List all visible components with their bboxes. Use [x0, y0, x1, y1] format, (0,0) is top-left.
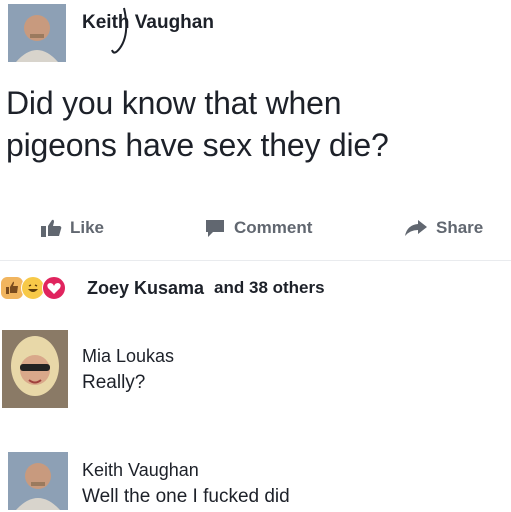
- share-arrow-icon: [405, 220, 427, 236]
- share-label: Share: [436, 218, 484, 237]
- thumbs-up-icon: [41, 219, 62, 237]
- comment-author[interactable]: Keith Vaughan: [82, 460, 199, 481]
- heart-icon: [42, 276, 66, 300]
- reaction-others[interactable]: and 38 others: [214, 278, 325, 298]
- post-text-line-2: pigeons have sex they die?: [6, 127, 389, 163]
- reaction-name[interactable]: Zoey Kusama: [87, 278, 204, 299]
- reactions-summary[interactable]: Zoey Kusama and 38 others: [0, 276, 325, 300]
- comment-label: Comment: [234, 218, 313, 237]
- comment-author[interactable]: Mia Loukas: [82, 346, 174, 367]
- post-text-line-1: Did you know that when: [6, 85, 342, 121]
- post-text: Did you know that when pigeons have sex …: [6, 82, 389, 166]
- comment-text: Really?: [82, 372, 146, 393]
- divider: [0, 260, 511, 261]
- scribble-mark: [111, 7, 128, 54]
- comment-icon: [206, 220, 224, 237]
- comment-text: Well the one I fucked did: [82, 486, 290, 507]
- post-author-name[interactable]: Keith Vaughan: [82, 12, 214, 34]
- comment-avatar[interactable]: [2, 330, 68, 408]
- comment-avatar[interactable]: [8, 452, 68, 510]
- like-label: Like: [70, 218, 105, 237]
- post-author-avatar[interactable]: [8, 4, 66, 62]
- share-button[interactable]: Share: [404, 218, 483, 238]
- comment-button[interactable]: Comment: [204, 218, 312, 238]
- like-button[interactable]: Like: [40, 218, 104, 238]
